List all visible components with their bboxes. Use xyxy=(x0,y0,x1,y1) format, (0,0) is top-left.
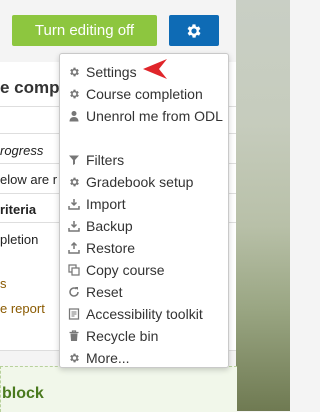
filter-icon xyxy=(67,149,81,171)
menu-item-backup[interactable]: Backup xyxy=(60,215,230,237)
menu-item-recycle-bin[interactable]: Recycle bin xyxy=(60,325,230,347)
progress-label: rogress xyxy=(0,143,44,158)
menu-item-label: Copy course xyxy=(86,262,165,278)
menu-item-label: Accessibility toolkit xyxy=(86,306,203,322)
menu-item-label: Unenrol me from ODL xyxy=(86,108,223,124)
menu-item-label: Restore xyxy=(86,240,136,256)
background-photo xyxy=(236,0,290,411)
gear-icon xyxy=(67,61,81,83)
block-title: block xyxy=(2,385,44,402)
course-admin-menu: Settings Course completion Unenrol me fr… xyxy=(59,53,229,368)
accessibility-icon xyxy=(67,303,81,325)
menu-item-import[interactable]: Import xyxy=(60,193,230,215)
menu-item-copy-course[interactable]: Copy course xyxy=(60,259,230,281)
menu-item-restore[interactable]: Restore xyxy=(60,237,230,259)
menu-item-label: Recycle bin xyxy=(86,328,159,344)
details-link[interactable]: s xyxy=(0,276,7,291)
menu-item-accessibility-toolkit[interactable]: Accessibility toolkit xyxy=(60,303,230,325)
import-icon xyxy=(67,193,81,215)
menu-item-label: More... xyxy=(86,350,130,366)
description-text: elow are r xyxy=(0,172,58,187)
menu-item-label: Course completion xyxy=(86,86,203,102)
completion-cell: pletion xyxy=(0,232,39,247)
restore-icon xyxy=(67,237,81,259)
course-settings-gear-button[interactable] xyxy=(169,15,219,46)
criteria-header: riteria xyxy=(0,202,37,217)
menu-item-filters[interactable]: Filters xyxy=(60,149,230,171)
gear-icon xyxy=(187,23,201,38)
red-pointer-arrow-icon xyxy=(143,59,167,79)
menu-item-gradebook-setup[interactable]: Gradebook setup xyxy=(60,171,230,193)
gear-icon xyxy=(67,83,81,105)
menu-item-label: Gradebook setup xyxy=(86,174,194,190)
reset-icon xyxy=(67,281,81,303)
menu-item-unenrol[interactable]: Unenrol me from ODL xyxy=(60,105,225,127)
menu-item-more[interactable]: More... xyxy=(60,347,230,369)
menu-item-course-completion[interactable]: Course completion xyxy=(60,83,230,105)
trash-icon xyxy=(67,325,81,347)
menu-item-label: Backup xyxy=(86,218,133,234)
menu-item-label: Import xyxy=(86,196,126,212)
menu-item-reset[interactable]: Reset xyxy=(60,281,230,303)
user-icon xyxy=(67,105,81,127)
turn-editing-off-button[interactable]: Turn editing off xyxy=(12,15,157,46)
gear-icon xyxy=(67,347,81,369)
backup-icon xyxy=(67,215,81,237)
copy-icon xyxy=(67,259,81,281)
menu-item-label: Filters xyxy=(86,152,125,168)
gear-icon xyxy=(67,171,81,193)
menu-item-label: Settings xyxy=(86,64,137,80)
menu-item-label: Reset xyxy=(86,284,123,300)
report-link[interactable]: e report xyxy=(0,301,45,316)
course-completion-heading: e comp xyxy=(0,78,60,97)
